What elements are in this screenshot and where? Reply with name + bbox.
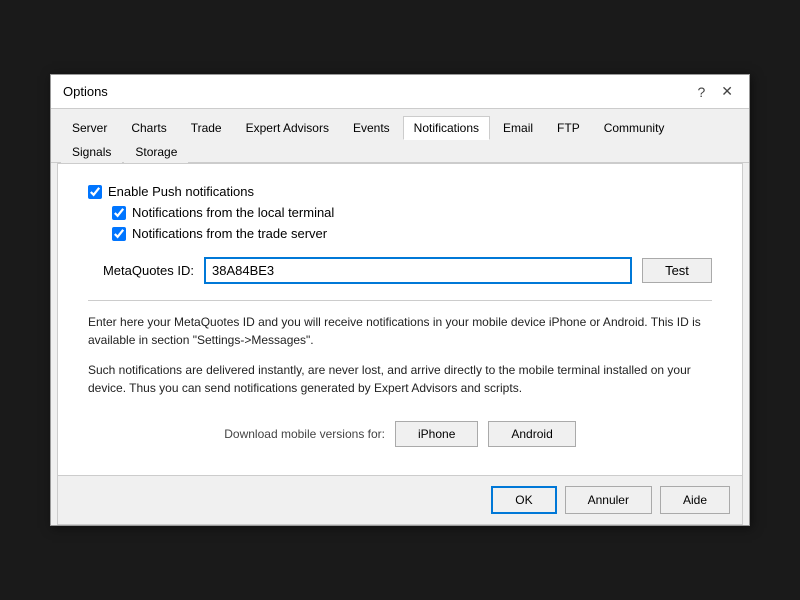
trade-server-row: Notifications from the trade server: [112, 226, 712, 241]
tab-charts[interactable]: Charts: [120, 116, 177, 140]
dialog-footer: OK Annuler Aide: [57, 476, 743, 525]
checkbox-section: Enable Push notifications Notifications …: [88, 184, 712, 241]
local-terminal-label: Notifications from the local terminal: [132, 205, 334, 220]
trade-server-checkbox[interactable]: [112, 227, 126, 241]
tab-community[interactable]: Community: [593, 116, 676, 140]
local-terminal-checkbox[interactable]: [112, 206, 126, 220]
tab-email[interactable]: Email: [492, 116, 544, 140]
android-button[interactable]: Android: [488, 421, 575, 447]
close-button[interactable]: ✕: [717, 83, 737, 100]
test-button[interactable]: Test: [642, 258, 712, 283]
metaquotes-id-label: MetaQuotes ID:: [94, 263, 194, 278]
metaquotes-id-input[interactable]: [204, 257, 632, 284]
help-button[interactable]: ?: [693, 84, 709, 100]
tab-content: Enable Push notifications Notifications …: [57, 163, 743, 476]
aide-button[interactable]: Aide: [660, 486, 730, 514]
enable-push-row: Enable Push notifications: [88, 184, 712, 199]
trade-server-label: Notifications from the trade server: [132, 226, 327, 241]
tab-server[interactable]: Server: [61, 116, 118, 140]
tab-bar: Server Charts Trade Expert Advisors Even…: [51, 109, 749, 163]
tab-trade[interactable]: Trade: [180, 116, 233, 140]
enable-push-checkbox[interactable]: [88, 185, 102, 199]
iphone-button[interactable]: iPhone: [395, 421, 478, 447]
tab-ftp[interactable]: FTP: [546, 116, 591, 140]
tab-notifications[interactable]: Notifications: [403, 116, 490, 140]
download-label: Download mobile versions for:: [224, 427, 385, 441]
divider: [88, 300, 712, 301]
info-text-2: Such notifications are delivered instant…: [88, 361, 712, 397]
options-dialog: Options ? ✕ Server Charts Trade Expert A…: [50, 74, 750, 526]
tab-events[interactable]: Events: [342, 116, 401, 140]
tab-expert-advisors[interactable]: Expert Advisors: [235, 116, 340, 140]
title-bar-controls: ? ✕: [693, 83, 737, 100]
metaquotes-row: MetaQuotes ID: Test: [94, 257, 712, 284]
dialog-title: Options: [63, 84, 108, 99]
title-bar: Options ? ✕: [51, 75, 749, 109]
tab-storage[interactable]: Storage: [124, 140, 188, 163]
cancel-button[interactable]: Annuler: [565, 486, 652, 514]
enable-push-label: Enable Push notifications: [108, 184, 254, 199]
local-terminal-row: Notifications from the local terminal: [112, 205, 712, 220]
download-row: Download mobile versions for: iPhone And…: [88, 421, 712, 447]
ok-button[interactable]: OK: [491, 486, 556, 514]
info-text-1: Enter here your MetaQuotes ID and you wi…: [88, 313, 712, 349]
tab-signals[interactable]: Signals: [61, 140, 122, 163]
